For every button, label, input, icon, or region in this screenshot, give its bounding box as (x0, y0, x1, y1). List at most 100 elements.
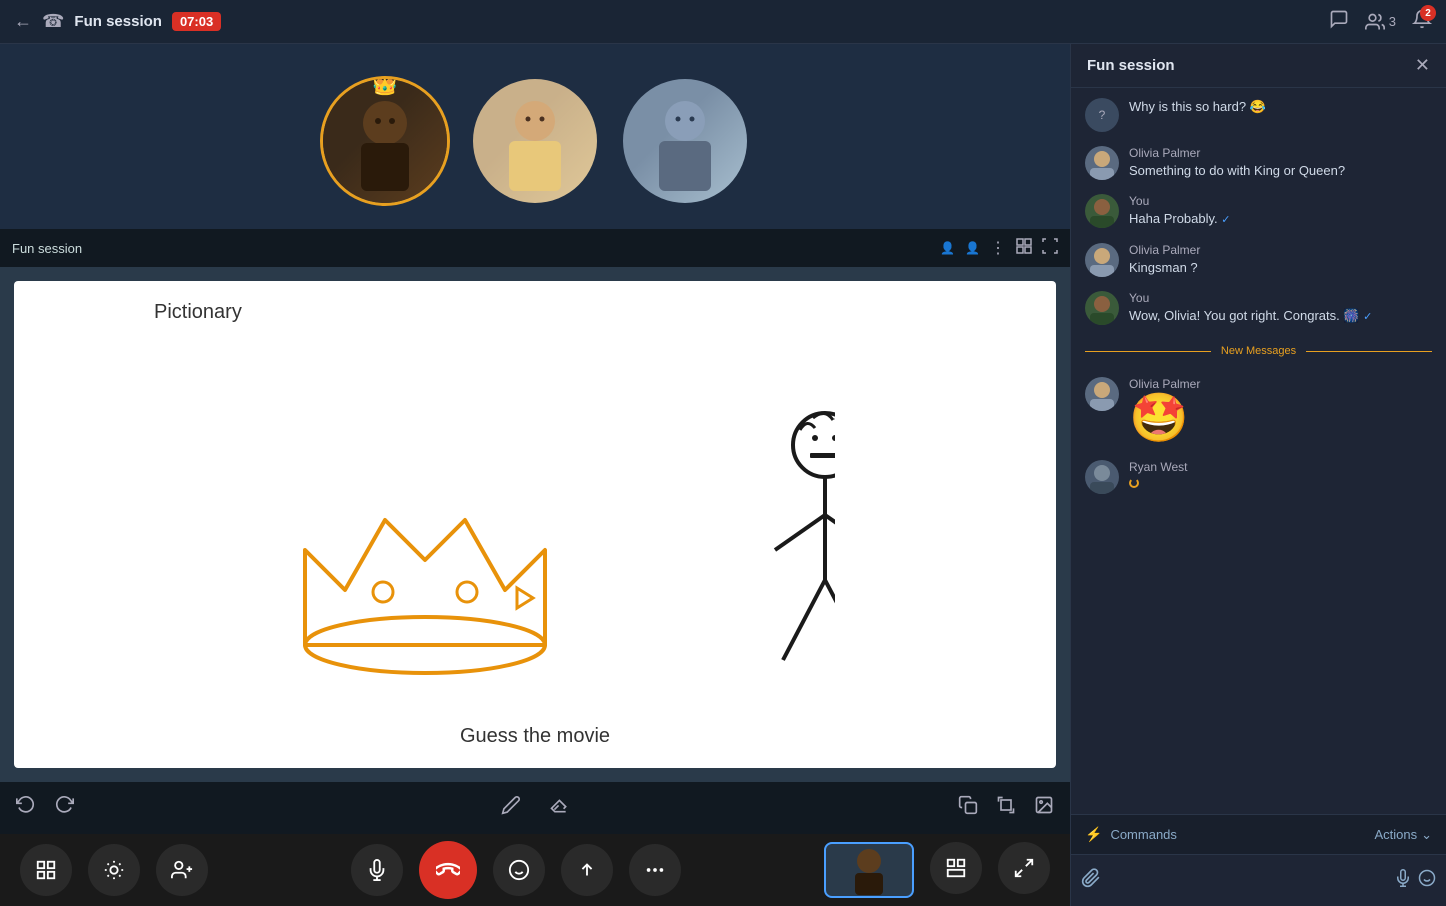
avatar-you-2 (1085, 291, 1119, 325)
sender-olivia-3: Olivia Palmer (1129, 377, 1432, 391)
chevron-down-icon: ⌄ (1421, 827, 1432, 843)
message-text-1: Why is this so hard? 😂 (1129, 98, 1432, 116)
undo-icon[interactable] (16, 795, 36, 821)
message-content-1: Why is this so hard? 😂 (1129, 98, 1432, 116)
crop-icon[interactable] (996, 795, 1016, 821)
drawing-area (34, 324, 1036, 725)
actions-label: Actions (1374, 827, 1417, 842)
message-group-4: Olivia Palmer Kingsman ? (1085, 243, 1432, 277)
commands-icon: ⚡ (1085, 826, 1102, 843)
end-call-button[interactable] (419, 841, 477, 899)
participants-icon[interactable]: 3 (1365, 12, 1396, 32)
avatar-olivia-2 (1085, 243, 1119, 277)
copy-icon[interactable] (958, 795, 978, 821)
sender-olivia-2: Olivia Palmer (1129, 243, 1432, 257)
message-content-5: You Wow, Olivia! You got right. Congrats… (1129, 291, 1432, 325)
drawing-toolbar (0, 782, 1070, 834)
message-content-8: Ryan West (1129, 460, 1432, 488)
bottom-bar-right (824, 842, 1050, 898)
toolbar-right (958, 795, 1054, 821)
main-layout: 👑 (0, 44, 1446, 906)
effects-button[interactable] (88, 844, 140, 896)
redo-icon[interactable] (54, 795, 74, 821)
participant-avatar-1[interactable]: 👑 (320, 76, 450, 206)
message-content-3: You Haha Probably. ✓ (1129, 194, 1432, 228)
new-messages-divider: New Messages (1085, 345, 1432, 357)
session-bar-title: Fun session (12, 241, 82, 256)
top-bar: ← ☎ Fun session 07:03 3 2 (0, 0, 1446, 44)
message-group-2: Olivia Palmer Something to do with King … (1085, 146, 1432, 180)
chat-mic-icon[interactable] (1394, 869, 1412, 892)
participant-avatar-2[interactable] (470, 76, 600, 206)
sender-olivia-1: Olivia Palmer (1129, 146, 1432, 160)
share-button[interactable] (561, 844, 613, 896)
chat-input-field[interactable] (1107, 873, 1388, 889)
sender-ryan: Ryan West (1129, 460, 1432, 474)
whiteboard: Pictionary (14, 281, 1056, 768)
chat-messages: ? Why is this so hard? 😂 Olivia Palmer S… (1071, 88, 1446, 814)
whiteboard-title: Pictionary (34, 301, 242, 324)
image-icon[interactable] (1034, 795, 1054, 821)
message-content-2: Olivia Palmer Something to do with King … (1129, 146, 1432, 180)
participant-avatar-3[interactable] (620, 76, 750, 206)
fullscreen-icon[interactable] (1042, 238, 1058, 259)
sender-you-1: You (1129, 194, 1432, 208)
message-group-3: You Haha Probably. ✓ (1085, 194, 1432, 228)
eraser-icon[interactable] (549, 795, 569, 821)
avatar-unknown: ? (1085, 98, 1119, 132)
session-title: Fun session (74, 13, 162, 30)
grid-view-icon[interactable] (1016, 238, 1032, 259)
commands-label[interactable]: Commands (1110, 827, 1176, 842)
close-chat-button[interactable]: ✕ (1415, 55, 1430, 76)
message-text-5: Wow, Olivia! You got right. Congrats. 🎆 … (1129, 307, 1432, 325)
phone-icon[interactable]: ☎ (42, 11, 64, 32)
more-options-icon[interactable]: ⋮ (990, 238, 1006, 258)
self-view-thumbnail[interactable] (824, 842, 914, 898)
message-group-8: Ryan West (1085, 460, 1432, 494)
left-panel: 👑 (0, 44, 1070, 906)
avatar-olivia-1 (1085, 146, 1119, 180)
participants-count: 3 (1389, 14, 1396, 29)
avatar-olivia-3 (1085, 377, 1119, 411)
bell-icon[interactable]: 2 (1412, 9, 1432, 34)
bell-badge: 2 (1420, 5, 1436, 21)
fullscreen-button[interactable] (998, 842, 1050, 894)
message-group-5: You Wow, Olivia! You got right. Congrats… (1085, 291, 1432, 325)
chat-emoji-icon[interactable] (1418, 869, 1436, 892)
bottom-bar (0, 834, 1070, 906)
message-content-7: Olivia Palmer 🤩 (1129, 377, 1432, 446)
layout-button[interactable] (930, 842, 982, 894)
message-group-1: ? Why is this so hard? 😂 (1085, 98, 1432, 132)
message-text-4: Kingsman ? (1129, 259, 1432, 277)
back-icon[interactable]: ← (14, 11, 32, 32)
avatar-ryan (1085, 460, 1119, 494)
mic-button[interactable] (351, 844, 403, 896)
new-messages-label: New Messages (1221, 345, 1296, 357)
avatar-small-1: 👤 (940, 241, 955, 255)
chat-title: Fun session (1087, 57, 1175, 74)
pencil-icon[interactable] (501, 795, 521, 821)
message-group-7: Olivia Palmer 🤩 (1085, 377, 1432, 446)
session-bar: Fun session 👤 👤 ⋮ (0, 229, 1070, 267)
whiteboard-subtitle: Guess the movie (460, 725, 610, 748)
avatar-small-2: 👤 (965, 241, 980, 255)
more-options-button[interactable] (629, 844, 681, 896)
message-text-2: Something to do with King or Queen? (1129, 162, 1432, 180)
big-emoji: 🤩 (1129, 393, 1432, 446)
emoji-react-button[interactable] (493, 844, 545, 896)
grid-button[interactable] (20, 844, 72, 896)
whiteboard-container: Pictionary (0, 267, 1070, 782)
participants-row: 👑 (0, 44, 1070, 229)
chat-commands-bar: ⚡ Commands Actions ⌄ (1071, 814, 1446, 854)
add-person-button[interactable] (156, 844, 208, 896)
attach-icon[interactable] (1081, 868, 1101, 894)
typing-indicator (1129, 478, 1432, 488)
session-controls: 👤 👤 ⋮ (940, 238, 1058, 259)
crown-icon: 👑 (371, 76, 398, 97)
chat-icon[interactable] (1329, 9, 1349, 34)
drawing-svg (235, 350, 835, 700)
message-text-3: Haha Probably. ✓ (1129, 210, 1432, 228)
chat-header: Fun session ✕ (1071, 44, 1446, 88)
message-content-4: Olivia Palmer Kingsman ? (1129, 243, 1432, 277)
actions-button[interactable]: Actions ⌄ (1374, 827, 1432, 843)
